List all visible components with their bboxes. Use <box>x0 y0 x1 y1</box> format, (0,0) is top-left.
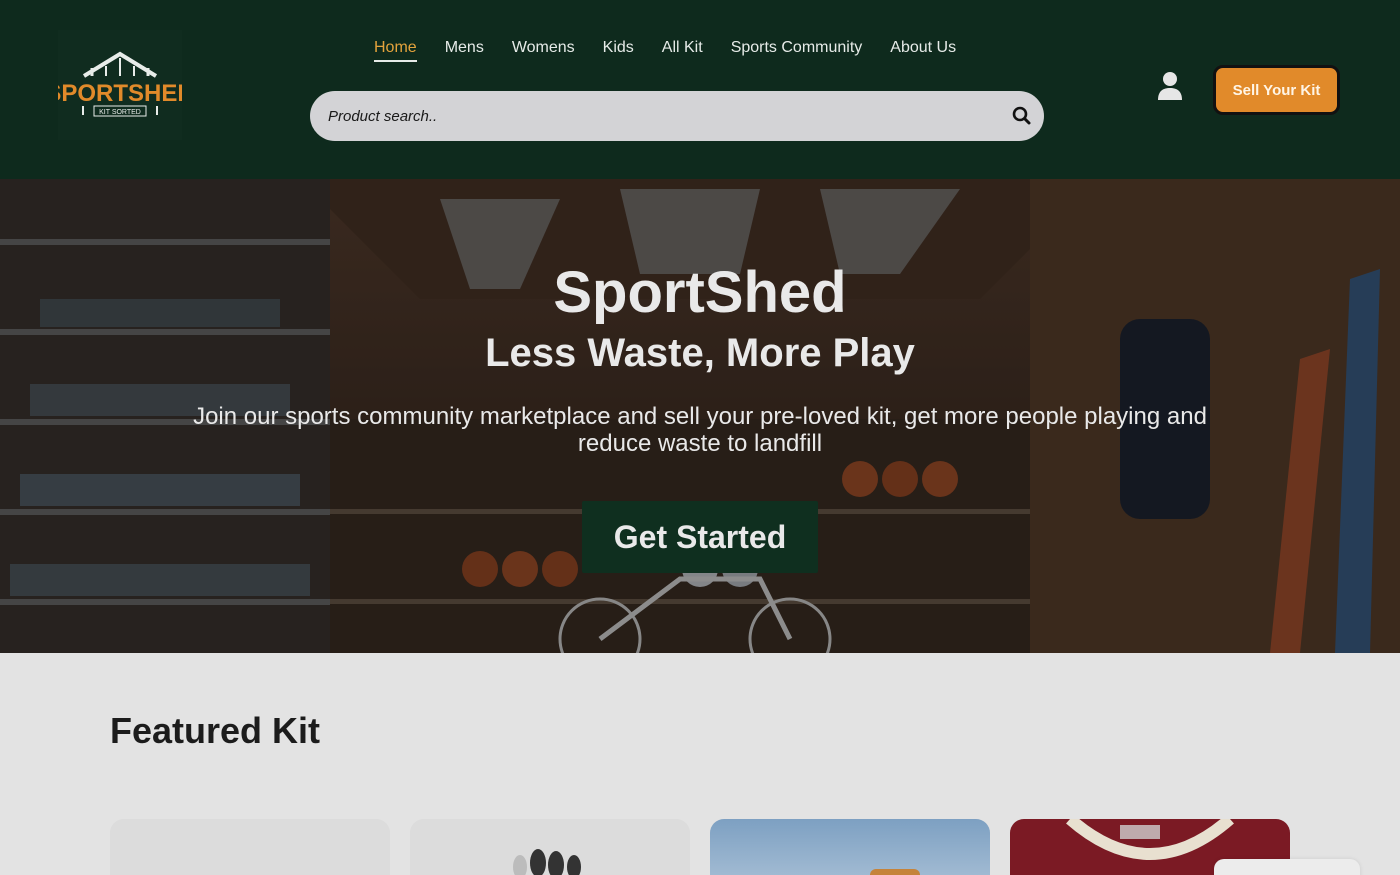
hero-subtitle: Less Waste, More Play <box>485 331 915 375</box>
nav-mens[interactable]: Mens <box>445 37 484 62</box>
product-image <box>710 819 990 875</box>
sportshed-logo[interactable]: SPORTSHED KIT SORTED <box>45 30 195 140</box>
product-search-input[interactable] <box>328 91 988 141</box>
nav-about-us[interactable]: About Us <box>890 37 956 62</box>
featured-card[interactable] <box>110 819 390 875</box>
get-started-button[interactable]: Get Started <box>582 501 818 573</box>
user-icon[interactable] <box>1156 70 1184 102</box>
hero-description: Join our sports community marketplace an… <box>193 403 1207 457</box>
nav-home[interactable]: Home <box>374 37 417 62</box>
hero-title: SportShed <box>553 260 847 325</box>
nav-all-kit[interactable]: All Kit <box>662 37 703 62</box>
sell-your-kit-button[interactable]: Sell Your Kit <box>1213 65 1340 115</box>
svg-text:KIT SORTED: KIT SORTED <box>99 109 141 116</box>
hero-banner: SportShed Less Waste, More Play Join our… <box>0 179 1400 653</box>
featured-card[interactable] <box>710 819 990 875</box>
product-search-bar <box>310 91 1044 141</box>
product-image <box>110 819 390 875</box>
site-header: SPORTSHED KIT SORTED Home Mens Womens Ki… <box>0 0 1400 179</box>
search-icon[interactable] <box>1010 104 1034 128</box>
nav-womens[interactable]: Womens <box>512 37 575 62</box>
nav-kids[interactable]: Kids <box>603 37 634 62</box>
featured-card[interactable] <box>410 819 690 875</box>
nav-sports-community[interactable]: Sports Community <box>731 37 863 62</box>
product-image <box>410 819 690 875</box>
chat-widget-tab[interactable] <box>1214 859 1360 875</box>
svg-text:SPORTSHED: SPORTSHED <box>58 80 182 107</box>
featured-kit-heading: Featured Kit <box>110 710 321 751</box>
main-nav: Home Mens Womens Kids All Kit Sports Com… <box>374 37 956 62</box>
